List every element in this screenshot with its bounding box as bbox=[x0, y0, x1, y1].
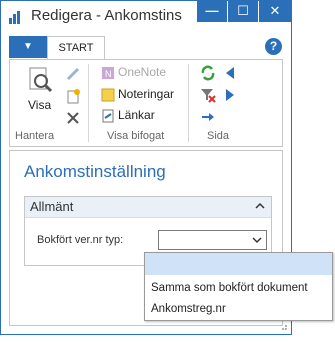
onenote-label: OneNote bbox=[118, 65, 167, 79]
next-arrow-icon[interactable] bbox=[224, 88, 236, 102]
maximize-button[interactable]: ☐ bbox=[228, 1, 258, 22]
group-label-sida: Sida bbox=[207, 130, 230, 142]
select-dropdown-list: Samma som bokfört dokument Ankomstreg.nr bbox=[144, 252, 333, 321]
go-to-arrow-icon[interactable] bbox=[200, 110, 216, 124]
caret-down-icon: ▼ bbox=[23, 41, 33, 52]
group-label-visa-bifogat: Visa bifogat bbox=[107, 130, 165, 142]
tab-start[interactable]: START bbox=[47, 36, 105, 60]
link-document-icon bbox=[102, 109, 114, 123]
app-icon bbox=[9, 10, 23, 24]
magnifier-document-icon bbox=[29, 67, 53, 93]
close-button[interactable]: ✕ bbox=[259, 1, 291, 22]
svg-text:N: N bbox=[105, 69, 112, 79]
ribbon-tab-bar: ▼ START ? bbox=[1, 36, 291, 60]
posted-no-type-select[interactable] bbox=[158, 230, 267, 250]
delete-x-icon[interactable] bbox=[65, 110, 81, 126]
noteringar-button[interactable]: Noteringar bbox=[101, 87, 186, 103]
dropdown-option-arrival-no[interactable]: Ankomstreg.nr bbox=[145, 298, 332, 320]
section-title: Allmänt bbox=[30, 199, 74, 214]
posted-no-type-label: Bokfört ver.nr typ: bbox=[37, 234, 124, 246]
group-separator bbox=[188, 64, 189, 142]
onenote-icon: N bbox=[102, 67, 114, 79]
lankar-label: Länkar bbox=[118, 108, 155, 122]
chevron-up-icon[interactable] bbox=[255, 202, 265, 210]
window-title: Redigera - Ankomstins bbox=[31, 7, 182, 24]
ribbon: Visa Hantera N OneNote Noteringar Länkar… bbox=[9, 59, 283, 147]
refresh-icon[interactable] bbox=[200, 65, 216, 81]
resize-grip-icon[interactable] bbox=[278, 321, 288, 331]
visa-label: Visa bbox=[28, 98, 52, 112]
onenote-button[interactable]: N OneNote bbox=[101, 65, 181, 81]
minimize-button[interactable]: — bbox=[197, 1, 227, 22]
page-title: Ankomstinställning bbox=[24, 162, 166, 181]
chevron-down-icon bbox=[252, 237, 262, 244]
visa-button[interactable]: Visa bbox=[24, 66, 56, 121]
section-header[interactable]: Allmänt bbox=[25, 197, 271, 218]
file-menu-button[interactable]: ▼ bbox=[9, 36, 47, 58]
noteringar-label: Noteringar bbox=[118, 87, 175, 101]
dropdown-option-same-as-posted[interactable]: Samma som bokfört dokument bbox=[145, 277, 332, 299]
title-bar: Redigera - Ankomstins — ☐ ✕ bbox=[1, 1, 291, 33]
dropdown-option-empty[interactable] bbox=[145, 253, 332, 275]
edit-pencil-icon[interactable] bbox=[65, 66, 81, 82]
note-icon bbox=[101, 88, 115, 102]
lankar-button[interactable]: Länkar bbox=[101, 108, 181, 124]
previous-arrow-icon[interactable] bbox=[224, 66, 236, 80]
help-icon[interactable]: ? bbox=[265, 38, 282, 55]
clear-filter-icon[interactable] bbox=[200, 87, 216, 103]
group-label-hantera: Hantera bbox=[15, 130, 55, 142]
new-document-icon[interactable] bbox=[65, 88, 81, 104]
group-separator bbox=[88, 64, 89, 142]
